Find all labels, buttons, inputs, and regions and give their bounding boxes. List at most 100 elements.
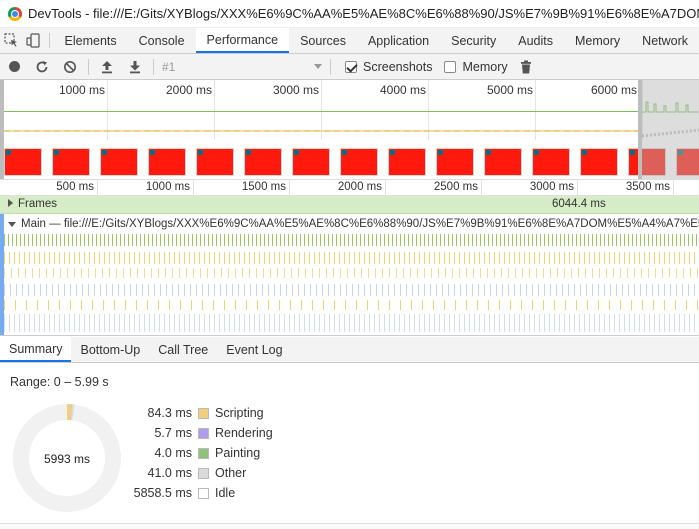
record-button[interactable] [0, 54, 28, 80]
ruler-tick-label: 1500 ms [241, 181, 286, 193]
ruler-gridline [673, 180, 674, 196]
flame-row-tasks[interactable] [4, 234, 699, 246]
frames-track-header[interactable]: Frames [8, 198, 57, 210]
screenshot-thumbnail[interactable] [388, 148, 426, 176]
frame-duration: 6044.4 ms [552, 198, 606, 210]
overview-tick-label: 4000 ms [379, 83, 426, 97]
summary-legend-name: Painting [215, 446, 261, 460]
fps-chart-line [4, 111, 640, 112]
tab-console[interactable]: Console [128, 28, 196, 53]
screenshot-thumbnail[interactable] [52, 148, 90, 176]
device-toolbar-icon[interactable] [22, 28, 44, 53]
tab-bottom-up[interactable]: Bottom-Up [71, 337, 149, 362]
screenshot-thumbnail[interactable] [100, 148, 138, 176]
summary-legend-row: 84.3 ms Scripting [130, 403, 273, 423]
tab-event-log[interactable]: Event Log [217, 337, 291, 362]
toolbar-separator [330, 58, 331, 75]
toolbar-separator [153, 58, 154, 75]
ruler-gridline [385, 180, 386, 196]
screenshot-strip [4, 148, 699, 176]
screenshot-thumbnail[interactable] [340, 148, 378, 176]
profile-select[interactable]: #1 [158, 57, 326, 77]
summary-total: 5993 ms [43, 452, 91, 466]
summary-legend-row: 41.0 ms Other [130, 463, 273, 483]
overview-tick-label: 6000 ms [590, 83, 637, 97]
devtools-tabbar: Elements Console Performance Sources App… [0, 28, 699, 54]
summary-legend-row: 4.0 ms Painting [130, 443, 273, 463]
screenshot-thumbnail[interactable] [244, 148, 282, 176]
summary-legend-row: 5.7 ms Rendering [130, 423, 273, 443]
details-tabbar: Summary Bottom-Up Call Tree Event Log [0, 337, 699, 363]
summary-legend-name: Idle [215, 486, 236, 500]
screenshot-thumbnail[interactable] [148, 148, 186, 176]
tab-elements[interactable]: Elements [54, 28, 128, 53]
tab-security[interactable]: Security [440, 28, 507, 53]
ruler-gridline [481, 180, 482, 196]
summary-legend-value: 5.7 ms [154, 426, 192, 440]
tab-network[interactable]: Network [631, 28, 699, 53]
summary-legend-name: Rendering [215, 426, 273, 440]
screenshot-thumbnail[interactable] [580, 148, 618, 176]
trash-icon [520, 60, 531, 73]
clear-icon [64, 60, 76, 73]
summary-panel: Range: 0 – 5.99 s 5993 ms 84.3 ms Scripti… [0, 363, 699, 529]
summary-legend-swatch [198, 467, 209, 479]
screenshots-checkbox-box[interactable] [345, 60, 357, 73]
tab-memory[interactable]: Memory [564, 28, 631, 53]
frames-track[interactable]: Frames 6044.4 ms [0, 196, 699, 214]
main-thread-header[interactable]: Main — file:///E:/Gits/XYBlogs/XXX%E6%9C… [8, 218, 699, 230]
flame-row-scripting[interactable] [4, 252, 699, 264]
overview-window-handle-left[interactable] [0, 80, 4, 179]
clear-button[interactable] [56, 54, 84, 80]
screenshot-thumbnail[interactable] [4, 148, 42, 176]
expand-triangle-icon [8, 199, 13, 207]
collect-garbage-button[interactable] [512, 54, 540, 80]
timeline-overview[interactable]: 1000 ms 2000 ms 3000 ms 4000 ms 5000 ms … [0, 80, 699, 180]
screenshots-label: Screenshots [363, 59, 433, 74]
save-profile-button[interactable] [121, 54, 149, 80]
summary-legend-swatch [198, 427, 209, 439]
performance-toolbar: #1 Screenshots Memory [0, 54, 699, 80]
tab-performance[interactable]: Performance [195, 28, 290, 53]
load-profile-button[interactable] [93, 54, 121, 80]
window-titlebar: DevTools - file:///E:/Gits/XYBlogs/XXX%E… [0, 0, 699, 28]
summary-legend-value: 41.0 ms [147, 466, 192, 480]
reload-icon [36, 60, 48, 72]
tab-application[interactable]: Application [357, 28, 440, 53]
tab-summary[interactable]: Summary [0, 337, 72, 362]
flame-row-events[interactable] [4, 284, 699, 296]
memory-checkbox-box[interactable] [444, 60, 457, 73]
ruler-tick-label: 3500 ms [625, 181, 670, 193]
screenshot-thumbnail[interactable] [484, 148, 522, 176]
memory-checkbox[interactable]: Memory [444, 60, 508, 74]
overview-tick-label: 1000 ms [58, 83, 105, 97]
main-thread-track[interactable]: Main — file:///E:/Gits/XYBlogs/XXX%E6%9C… [0, 214, 699, 336]
ruler-gridline [193, 180, 194, 196]
flame-row-scripting[interactable] [4, 300, 699, 310]
ruler-gridline [577, 180, 578, 196]
tab-audits[interactable]: Audits [507, 28, 564, 53]
flame-row-events[interactable] [4, 314, 699, 332]
window-title: DevTools - file:///E:/Gits/XYBlogs/XXX%E… [28, 6, 699, 21]
screenshot-thumbnail[interactable] [292, 148, 330, 176]
record-icon [8, 61, 20, 72]
screenshot-thumbnail[interactable] [532, 148, 570, 176]
ruler-tick-label: 2000 ms [337, 181, 382, 193]
tab-call-tree[interactable]: Call Tree [149, 337, 217, 362]
summary-legend: 84.3 ms Scripting 5.7 ms Rendering 4.0 ms Pai… [130, 403, 273, 503]
flame-row-scripting[interactable] [4, 268, 699, 278]
screenshot-thumbnail[interactable] [436, 148, 474, 176]
frames-track-label: Frames [18, 198, 57, 210]
tab-sources[interactable]: Sources [289, 28, 357, 53]
ruler-tick-label: 2500 ms [433, 181, 478, 193]
reload-profile-button[interactable] [28, 54, 56, 80]
summary-legend-name: Other [215, 466, 247, 480]
download-icon [130, 60, 140, 73]
summary-legend-swatch [198, 407, 209, 419]
ruler-gridline [97, 180, 98, 196]
overview-window-handle-right[interactable] [638, 80, 642, 179]
screenshot-thumbnail[interactable] [196, 148, 234, 176]
summary-legend-swatch [198, 447, 209, 459]
screenshots-checkbox[interactable]: Screenshots [345, 60, 432, 74]
inspect-element-icon[interactable] [0, 28, 22, 53]
